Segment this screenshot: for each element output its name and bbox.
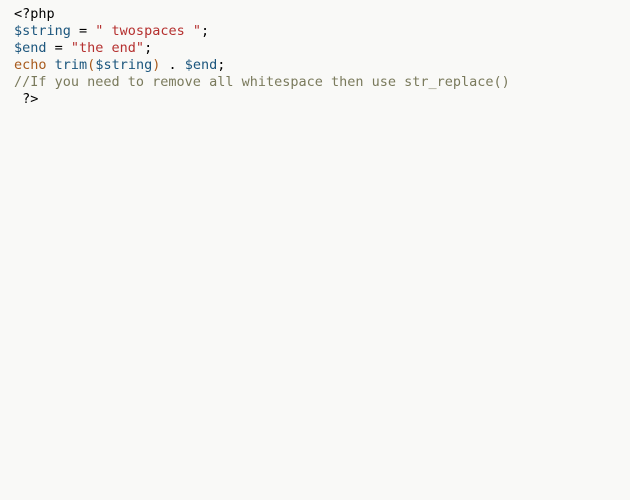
string-literal: " twospaces " (95, 23, 201, 39)
assign-op: = (71, 23, 95, 39)
concat-op: . (169, 57, 177, 73)
semicolon: ; (217, 57, 225, 73)
assign-op: = (47, 40, 71, 56)
variable-string: $string (14, 23, 71, 39)
trim-function: trim (55, 57, 88, 73)
space (47, 57, 55, 73)
variable-string-arg: $string (95, 57, 152, 73)
semicolon: ; (201, 23, 209, 39)
space (160, 57, 168, 73)
php-close-tag: ?> (22, 91, 38, 107)
php-code-block: <?php $string = " twospaces "; $end = "t… (0, 0, 630, 114)
echo-keyword: echo (14, 57, 47, 73)
semicolon: ; (144, 40, 152, 56)
php-open-tag: <?php (14, 6, 55, 22)
comment-line: //If you need to remove all whitespace t… (14, 74, 510, 90)
string-literal: "the end" (71, 40, 144, 56)
variable-end-ref: $end (185, 57, 218, 73)
space (177, 57, 185, 73)
leading-space (14, 91, 22, 107)
variable-end: $end (14, 40, 47, 56)
